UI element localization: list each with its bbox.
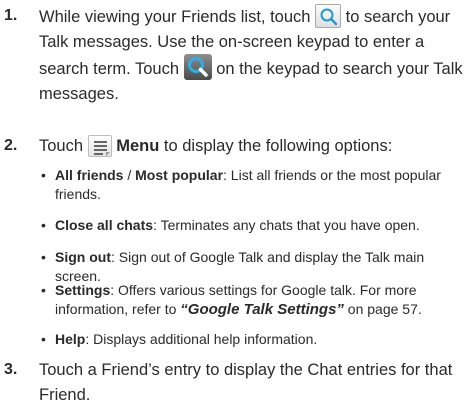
step-3: 3. Touch a Friend’s entry to display the… — [0, 358, 470, 407]
option-term: Most popular — [135, 167, 224, 183]
bullet: • — [41, 249, 46, 265]
option-separator: / — [123, 167, 136, 183]
step-number: 2. — [4, 137, 18, 154]
option-term: Sign out — [55, 249, 111, 265]
step-text: While viewing your Friends list, touch t… — [39, 4, 470, 106]
manual-page: 1. While viewing your Friends list, touc… — [0, 0, 475, 410]
option-settings: • Settings: Offers various settings for … — [0, 281, 445, 319]
step-number: 1. — [4, 7, 18, 24]
option-term: Close all chats — [55, 217, 154, 233]
step-text: Touch Menu to display the following opti… — [39, 134, 470, 159]
step-text: Touch a Friend’s entry to display the Ch… — [39, 361, 453, 404]
option-help: • Help: Displays additional help informa… — [0, 330, 445, 349]
option-close-all-chats: • Close all chats: Terminates any chats … — [0, 216, 445, 235]
option-description: : Displays additional help information. — [85, 331, 318, 347]
option-description: : Sign out of Google Talk and display th… — [55, 249, 425, 284]
step-1: 1. While viewing your Friends list, touc… — [0, 4, 470, 106]
cross-reference: “Google Talk Settings” — [180, 300, 344, 318]
menu-icon — [87, 135, 112, 157]
search-icon — [315, 4, 342, 28]
option-description: : Terminates any chats that you have ope… — [153, 217, 420, 233]
menu-label: Menu — [116, 137, 160, 155]
step-2: 2. Touch Menu to display the following o… — [0, 134, 470, 159]
page-reference: on page 57. — [343, 300, 422, 317]
bullet: • — [41, 217, 46, 233]
option-sign-out: • Sign out: Sign out of Google Talk and … — [0, 248, 445, 285]
option-term: Settings — [55, 282, 111, 298]
step-text-part: to display the following options: — [163, 137, 393, 155]
search-key-icon — [183, 54, 212, 80]
step-text-part: While viewing your Friends list, touch — [39, 8, 311, 26]
bullet: • — [41, 167, 46, 183]
step-text-part: Touch — [39, 137, 84, 155]
step-number: 3. — [4, 361, 18, 378]
option-all-friends: • All friends / Most popular: List all f… — [0, 166, 445, 203]
bullet: • — [41, 331, 46, 347]
bullet: • — [41, 282, 46, 298]
option-term: All friends — [55, 167, 124, 183]
option-term: Help — [55, 331, 86, 347]
